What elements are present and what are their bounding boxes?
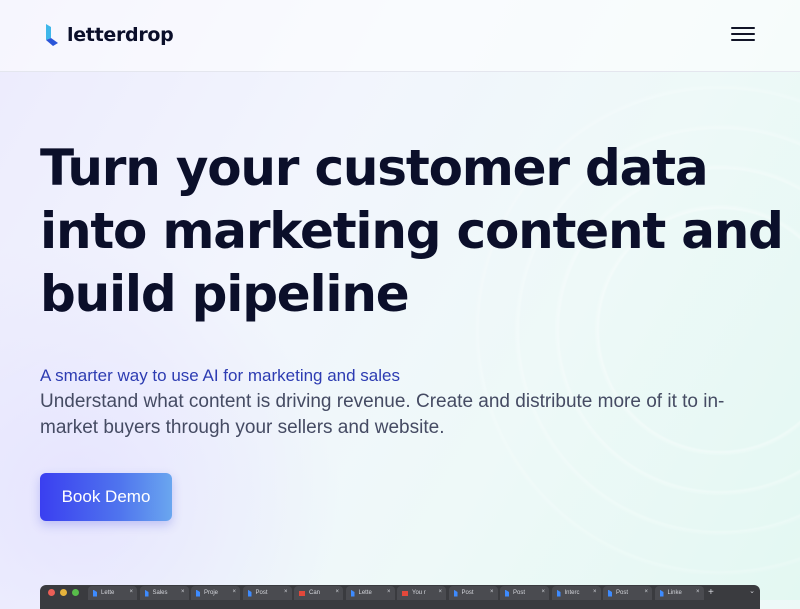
- new-tab-icon: +: [708, 587, 714, 598]
- site-header: letterdrop: [0, 0, 800, 72]
- browser-tab: Can ×: [294, 586, 343, 600]
- letterdrop-icon: [196, 589, 200, 597]
- close-tab-icon: ×: [232, 589, 236, 595]
- letterdrop-icon: [247, 589, 252, 597]
- hero-description: Understand what content is driving reven…: [40, 391, 725, 438]
- close-tab-icon: ×: [283, 589, 288, 595]
- letterdrop-icon: [505, 589, 509, 597]
- browser-tab: You r ×: [397, 586, 446, 600]
- headline-line: into marketing content and: [40, 202, 784, 260]
- letterdrop-icon: [556, 589, 561, 597]
- browser-tab-label: Post: [616, 590, 629, 596]
- browser-tab: Post ×: [448, 586, 498, 600]
- gmail-icon: [299, 590, 305, 596]
- close-tab-icon: ×: [489, 589, 494, 595]
- close-tab-icon: ×: [180, 589, 185, 595]
- browser-tab: Proje ×: [191, 586, 240, 600]
- browser-tab-strip: Lette × Sales × Proje × Post × Can × Lette × You r × P…: [88, 586, 714, 600]
- browser-tab-label: Lette: [101, 590, 115, 596]
- close-window-dot: [48, 589, 55, 596]
- maximize-window-dot: [72, 589, 79, 596]
- letterdrop-icon: [659, 589, 664, 597]
- browser-tab-label: Interc: [564, 590, 580, 596]
- hero-headline: Turn your customer data into marketing c…: [40, 137, 784, 326]
- browser-tab: Post ×: [500, 586, 549, 600]
- browser-tab-label: Lette: [358, 590, 372, 596]
- browser-tab-label: You r: [412, 590, 426, 596]
- letterdrop-icon: [144, 589, 149, 597]
- browser-tab-label: Can: [309, 590, 321, 596]
- hamburger-menu-icon[interactable]: [728, 24, 758, 48]
- close-tab-icon: ×: [129, 589, 133, 595]
- close-tab-icon: ×: [438, 589, 442, 595]
- close-tab-icon: ×: [335, 589, 339, 595]
- headline-line: build pipeline: [40, 265, 410, 323]
- book-demo-button[interactable]: Book Demo: [40, 473, 172, 521]
- browser-tab-label: Post: [461, 590, 474, 596]
- browser-tab-label: Post: [513, 590, 526, 596]
- brand-name: letterdrop: [67, 24, 174, 46]
- minimize-window-dot: [60, 589, 67, 596]
- brand-logo[interactable]: letterdrop: [45, 24, 174, 46]
- browser-tab: Post ×: [603, 586, 652, 600]
- browser-tab: Post ×: [242, 586, 292, 600]
- product-screenshot-browser: Lette × Sales × Proje × Post × Can × Lette × You r × P…: [40, 585, 760, 609]
- browser-tab: Interc ×: [551, 586, 601, 600]
- letterdrop-icon: [453, 589, 458, 597]
- letterdrop-logo-icon: [46, 24, 58, 46]
- close-tab-icon: ×: [644, 589, 648, 595]
- browser-tab-label: Sales: [152, 590, 168, 596]
- chevron-down-icon: ⌄: [749, 587, 755, 595]
- letterdrop-icon: [93, 589, 97, 597]
- close-tab-icon: ×: [386, 589, 391, 595]
- browser-tab-label: Post: [255, 590, 268, 596]
- close-tab-icon: ×: [695, 589, 700, 595]
- window-controls: [48, 589, 84, 596]
- letterdrop-icon: [350, 589, 355, 597]
- letterdrop-icon: [608, 589, 612, 597]
- close-tab-icon: ×: [592, 589, 597, 595]
- hero-tagline: A smarter way to use AI for marketing an…: [40, 366, 400, 385]
- close-tab-icon: ×: [541, 589, 545, 595]
- browser-tab: Linke ×: [654, 586, 704, 600]
- gmail-icon: [402, 590, 408, 596]
- browser-tab: Lette ×: [345, 586, 395, 600]
- browser-tab-label: Linke: [667, 590, 682, 596]
- browser-tab: Sales ×: [139, 586, 189, 600]
- browser-tab-label: Proje: [204, 590, 219, 596]
- headline-line: Turn your customer data: [40, 139, 709, 197]
- browser-tab: Lette ×: [88, 586, 137, 600]
